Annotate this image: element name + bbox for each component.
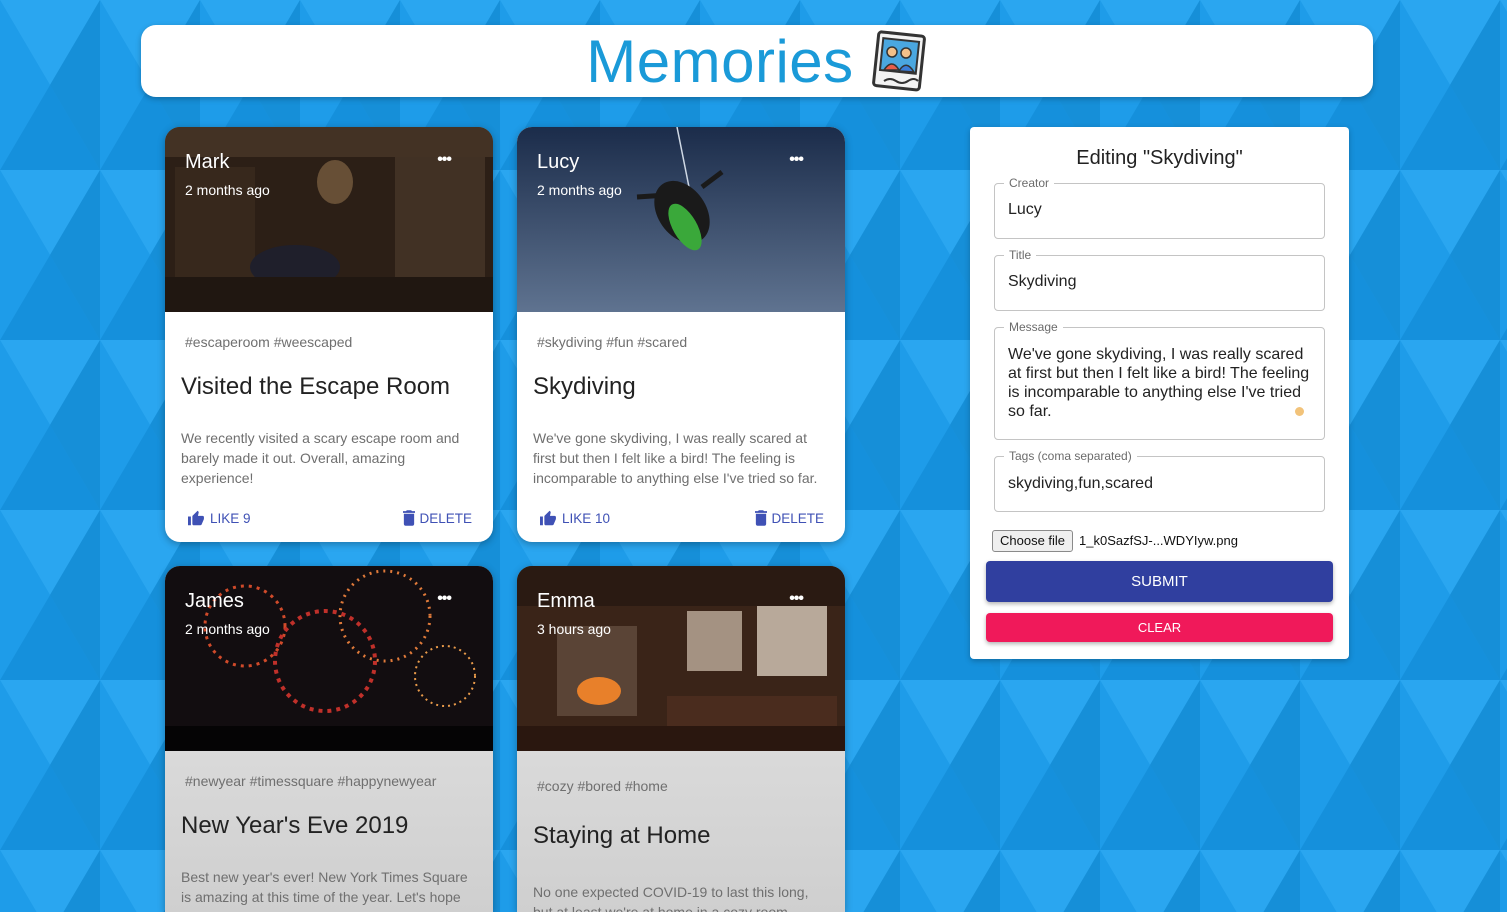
form-heading: Editing "Skydiving" (1076, 147, 1243, 169)
post-tags: #escaperoom #weescaped (185, 334, 353, 350)
post-creator: Lucy (537, 151, 580, 173)
post-card: James 2 months ago ••• #newyear #timessq… (165, 566, 493, 912)
post-title: Visited the Escape Room (181, 373, 451, 400)
creator-field[interactable]: Creator Lucy (994, 176, 1325, 239)
title-label: Title (1004, 248, 1037, 262)
post-image: Mark 2 months ago ••• (165, 127, 493, 312)
delete-icon (403, 510, 416, 526)
delete-label: DELETE (771, 510, 824, 526)
post-tags: #newyear #timessquare #happynewyear (185, 773, 437, 789)
delete-icon (755, 510, 768, 526)
clear-button[interactable]: CLEAR (986, 613, 1333, 642)
app-title: Memories (586, 27, 854, 95)
creator-label: Creator (1004, 176, 1055, 190)
post-title: Staying at Home (533, 822, 711, 849)
post-image: Lucy 2 months ago ••• (517, 127, 845, 312)
post-card: Lucy 2 months ago ••• #skydiving #fun #s… (517, 127, 845, 542)
like-label: LIKE 9 (210, 510, 251, 526)
file-name: 1_k0SazfSJ-...WDYIyw.png (1079, 533, 1238, 548)
creator-value: Lucy (1008, 201, 1042, 218)
submit-button[interactable]: SUBMIT (986, 561, 1333, 602)
post-time: 2 months ago (537, 182, 622, 198)
post-creator: James (185, 590, 244, 612)
post-time: 3 hours ago (537, 621, 611, 637)
post-image: Emma 3 hours ago ••• (517, 566, 845, 751)
post-image: James 2 months ago ••• (165, 566, 493, 751)
message-label: Message (1004, 320, 1063, 334)
delete-button[interactable]: DELETE (755, 510, 824, 526)
like-button[interactable]: LIKE 10 (539, 510, 610, 526)
post-title: Skydiving (533, 373, 636, 400)
tags-field[interactable]: Tags (coma separated) skydiving,fun,scar… (994, 449, 1325, 512)
more-horiz-icon[interactable]: ••• (437, 151, 452, 169)
post-message: No one expected COVID-19 to last this lo… (533, 884, 809, 912)
post-creator: Mark (185, 151, 230, 173)
post-tags: #skydiving #fun #scared (537, 334, 688, 350)
thumb-up-icon (188, 510, 204, 526)
more-horiz-icon[interactable]: ••• (789, 151, 804, 169)
post-message: Best new year's ever! New York Times Squ… (181, 869, 468, 905)
message-field[interactable]: Message We've gone skydiving, I was real… (994, 320, 1325, 440)
more-horiz-icon[interactable]: ••• (789, 590, 804, 608)
cursor-indicator (1295, 407, 1304, 416)
post-card: Emma 3 hours ago ••• #cozy #bored #home … (517, 566, 845, 912)
thumb-up-icon (540, 510, 556, 526)
title-field[interactable]: Title Skydiving (994, 248, 1325, 311)
delete-button[interactable]: DELETE (403, 510, 472, 526)
like-button[interactable]: LIKE 9 (187, 510, 251, 526)
tags-value: skydiving,fun,scared (1008, 475, 1153, 492)
post-creator: Emma (537, 590, 595, 612)
post-time: 2 months ago (185, 182, 270, 198)
post-message: We recently visited a scary escape room … (181, 430, 460, 486)
post-tags: #cozy #bored #home (537, 778, 668, 794)
tags-label: Tags (coma separated) (1004, 449, 1137, 463)
memories-logo-icon (871, 30, 926, 92)
app-bar: Memories (141, 25, 1373, 97)
choose-file-button[interactable]: Choose file (992, 530, 1074, 552)
message-value: We've gone skydiving, I was really scare… (1008, 346, 1310, 420)
delete-label: DELETE (419, 510, 472, 526)
post-time: 2 months ago (185, 621, 270, 637)
more-horiz-icon[interactable]: ••• (437, 590, 452, 608)
post-card: Mark 2 months ago ••• #escaperoom #weesc… (165, 127, 493, 542)
post-message: We've gone skydiving, I was really scare… (533, 430, 818, 486)
like-label: LIKE 10 (562, 510, 611, 526)
edit-post-form: Editing "Skydiving" Creator Lucy Title S… (970, 127, 1349, 659)
post-title: New Year's Eve 2019 (181, 812, 409, 839)
title-value: Skydiving (1008, 273, 1077, 290)
